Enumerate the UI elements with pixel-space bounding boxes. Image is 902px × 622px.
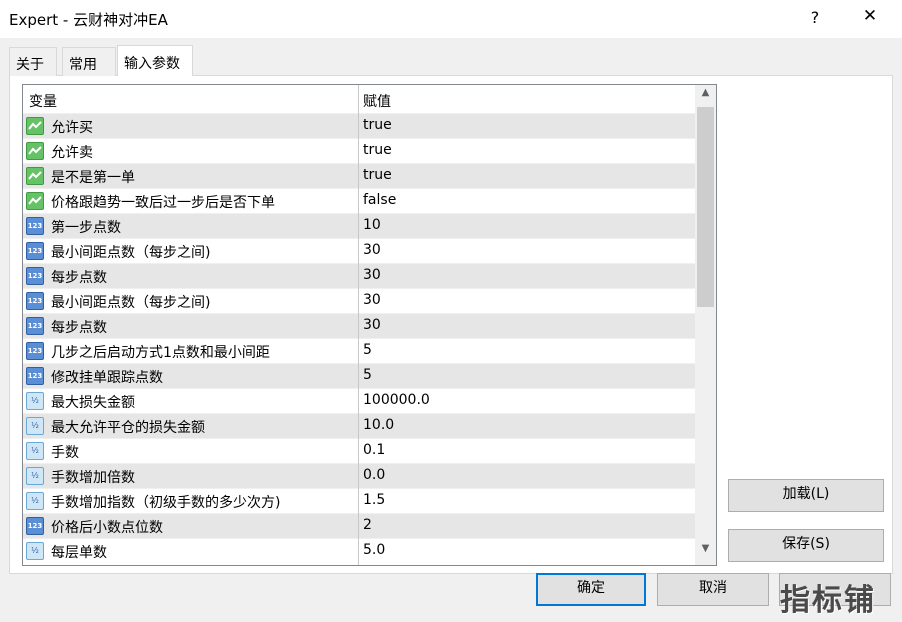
tab-common-label: 常用 [69, 57, 97, 73]
close-button[interactable]: ✕ [860, 6, 880, 26]
table-row[interactable]: ½ 最大损失金额 100000.0 [23, 388, 695, 413]
row-variable-name: 手数 [51, 445, 79, 461]
load-button[interactable]: 加载(L) [728, 479, 884, 512]
help-button[interactable]: ? [808, 8, 822, 27]
tab-about-label: 关于 [16, 57, 44, 73]
table-row[interactable]: ½ 手数增加指数（初级手数的多少次方) 1.5 [23, 488, 695, 513]
tab-common[interactable]: 常用 [62, 47, 116, 76]
row-value[interactable]: 30 [363, 242, 381, 258]
double-icon: ½ [26, 392, 44, 410]
row-value[interactable]: 5 [363, 367, 372, 383]
row-value[interactable]: true [363, 117, 392, 133]
parameters-list[interactable]: 变量 赋值 允许买 true 允许卖 true 是不是第一单 true 价格跟趋势一致后过一… [22, 84, 717, 566]
column-divider[interactable] [358, 85, 359, 565]
table-row[interactable]: ½ 手数 0.1 [23, 438, 695, 463]
row-value[interactable]: 10 [363, 217, 381, 233]
row-value[interactable]: 100000.0 [363, 392, 430, 408]
int-icon: 123 [26, 367, 44, 385]
int-icon: 123 [26, 242, 44, 260]
row-variable-name: 最小间距点数（每步之间) [51, 245, 211, 261]
row-value[interactable]: 30 [363, 267, 381, 283]
table-row[interactable]: 允许买 true [23, 113, 695, 138]
table-row[interactable]: 是不是第一单 true [23, 163, 695, 188]
row-variable-name: 允许买 [51, 120, 93, 136]
tab-about[interactable]: 关于 [9, 47, 57, 76]
row-value[interactable]: 30 [363, 292, 381, 308]
row-value[interactable]: 1.5 [363, 492, 385, 508]
row-variable-name: 价格跟趋势一致后过一步后是否下单 [51, 195, 275, 211]
header-variable[interactable]: 变量 [29, 91, 57, 111]
scroll-up-icon[interactable]: ▲ [695, 87, 716, 107]
row-value[interactable]: true [363, 167, 392, 183]
row-value[interactable]: 0.1 [363, 442, 385, 458]
row-variable-name: 第一步点数 [51, 220, 121, 236]
row-variable-name: 每步点数 [51, 270, 107, 286]
row-variable-name: 价格后小数点位数 [51, 520, 163, 536]
row-variable-name: 每步点数 [51, 320, 107, 336]
int-icon: 123 [26, 517, 44, 535]
row-value[interactable]: 5.0 [363, 542, 385, 558]
table-row[interactable]: 123 第一步点数 10 [23, 213, 695, 238]
bool-icon [26, 117, 44, 135]
double-icon: ½ [26, 442, 44, 460]
row-variable-name: 每层单数 [51, 545, 107, 561]
scroll-thumb[interactable] [697, 107, 714, 307]
bool-icon [26, 192, 44, 210]
vertical-scrollbar[interactable]: ▲ ▼ [695, 85, 716, 565]
bool-icon [26, 167, 44, 185]
double-icon: ½ [26, 542, 44, 560]
window-title: Expert - 云财神对冲EA [9, 11, 168, 29]
row-variable-name: 允许卖 [51, 145, 93, 161]
table-row[interactable]: 价格跟趋势一致后过一步后是否下单 false [23, 188, 695, 213]
tab-input-params[interactable]: 输入参数 [117, 45, 193, 76]
row-value[interactable]: 10.0 [363, 417, 394, 433]
scroll-down-icon[interactable]: ▼ [695, 543, 716, 563]
row-variable-name: 修改挂单跟踪点数 [51, 370, 163, 386]
cancel-button[interactable]: 取消 [657, 573, 769, 606]
row-variable-name: 手数增加倍数 [51, 470, 135, 486]
int-icon: 123 [26, 217, 44, 235]
double-icon: ½ [26, 467, 44, 485]
table-row[interactable]: 123 每步点数 30 [23, 313, 695, 338]
int-icon: 123 [26, 317, 44, 335]
row-variable-name: 最大损失金额 [51, 395, 135, 411]
row-value[interactable]: 2 [363, 517, 372, 533]
row-value[interactable]: true [363, 142, 392, 158]
table-row[interactable]: ½ 最大允许平仓的损失金额 10.0 [23, 413, 695, 438]
table-row[interactable]: 123 最小间距点数（每步之间) 30 [23, 238, 695, 263]
double-icon: ½ [26, 492, 44, 510]
int-icon: 123 [26, 342, 44, 360]
table-row[interactable]: 123 最小间距点数（每步之间) 30 [23, 288, 695, 313]
ok-button[interactable]: 确定 [536, 573, 646, 606]
table-row[interactable]: 123 价格后小数点位数 2 [23, 513, 695, 538]
row-variable-name: 是不是第一单 [51, 170, 135, 186]
row-variable-name: 几步之后启动方式1点数和最小间距 [51, 345, 270, 361]
list-header: 变量 赋值 [23, 85, 695, 113]
save-button[interactable]: 保存(S) [728, 529, 884, 562]
table-row[interactable]: ½ 手数增加倍数 0.0 [23, 463, 695, 488]
table-row[interactable]: ½ 每层单数 5.0 [23, 538, 695, 563]
double-icon: ½ [26, 417, 44, 435]
row-variable-name: 最大允许平仓的损失金额 [51, 420, 205, 436]
row-variable-name: 最小间距点数（每步之间) [51, 295, 211, 311]
row-value[interactable]: 5 [363, 342, 372, 358]
table-row[interactable]: 允许卖 true [23, 138, 695, 163]
row-value[interactable]: 30 [363, 317, 381, 333]
row-value[interactable]: false [363, 192, 396, 208]
bool-icon [26, 142, 44, 160]
int-icon: 123 [26, 267, 44, 285]
watermark-logo: 指标铺 [780, 583, 876, 618]
row-variable-name: 手数增加指数（初级手数的多少次方) [51, 495, 281, 511]
table-row[interactable]: 123 几步之后启动方式1点数和最小间距 5 [23, 338, 695, 363]
header-value[interactable]: 赋值 [363, 91, 391, 111]
tab-input-params-label: 输入参数 [124, 56, 180, 72]
title-bar: Expert - 云财神对冲EA ? ✕ [0, 0, 902, 38]
table-row[interactable]: 123 修改挂单跟踪点数 5 [23, 363, 695, 388]
int-icon: 123 [26, 292, 44, 310]
table-row[interactable]: 123 每步点数 30 [23, 263, 695, 288]
row-value[interactable]: 0.0 [363, 467, 385, 483]
